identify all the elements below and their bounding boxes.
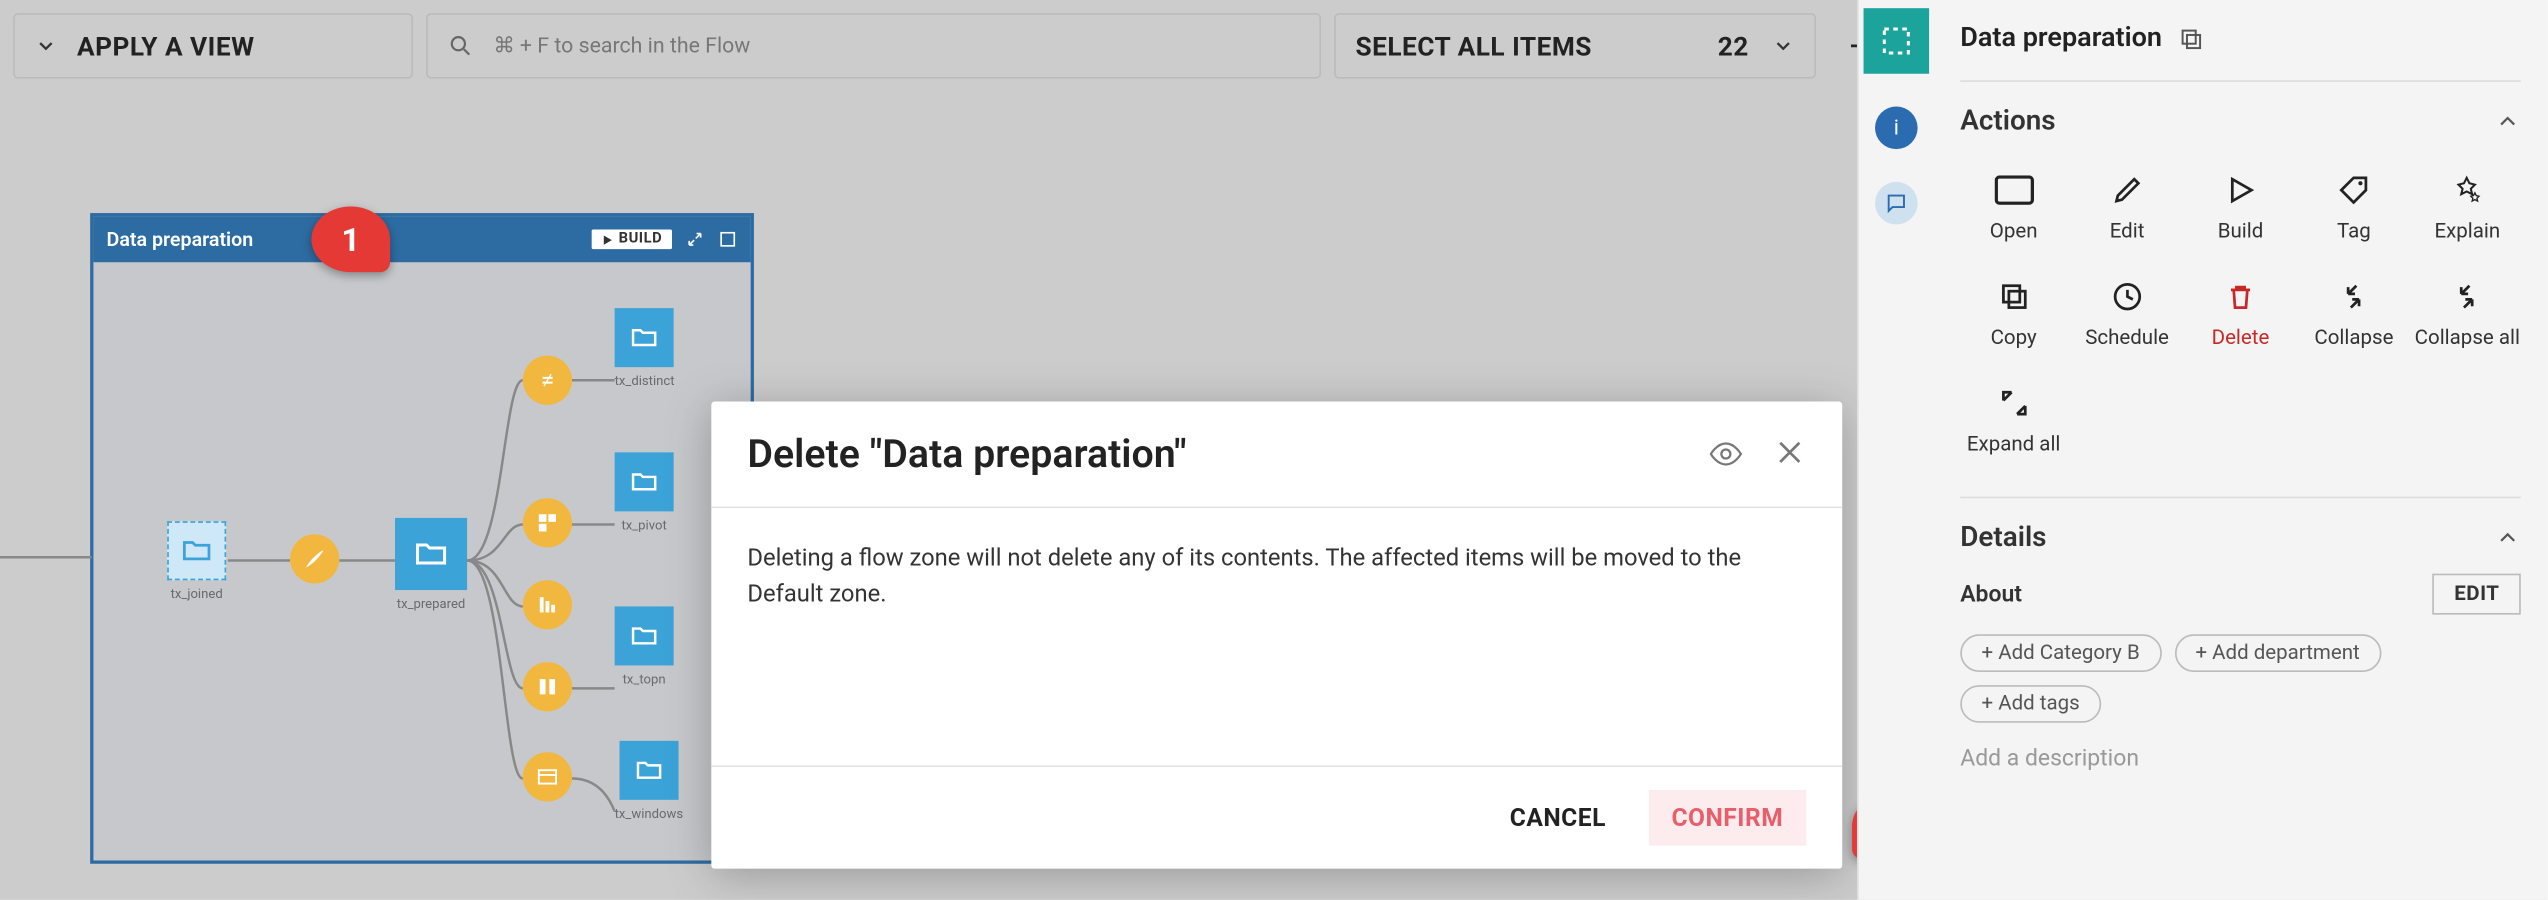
dataset-tx-windows[interactable]: tx_windows — [615, 741, 684, 821]
play-icon — [602, 234, 613, 245]
confirm-button[interactable]: CONFIRM — [1649, 790, 1807, 846]
flow-search-input[interactable]: ⌘ + F to search in the Flow — [426, 13, 1321, 79]
flow-zone-data-preparation[interactable]: Data preparation BUILD — [90, 213, 754, 864]
action-delete[interactable]: Delete — [2187, 264, 2294, 361]
dataset-tx-topn[interactable]: tx_topn — [615, 606, 674, 686]
dataset-tx-distinct[interactable]: tx_distinct — [615, 308, 675, 388]
dataset-tx-prepared[interactable]: tx_prepared — [395, 518, 467, 611]
action-collapse-all[interactable]: Collapse all — [2414, 264, 2521, 361]
dataset-tx-joined[interactable]: tx_joined — [167, 521, 226, 601]
action-tag[interactable]: Tag — [2300, 157, 2407, 254]
right-panel-tab-strip: i — [1859, 0, 1934, 900]
chevron-up-icon[interactable] — [2495, 108, 2521, 134]
dataset-tx-pivot[interactable]: tx_pivot — [615, 452, 674, 532]
chat-tab-icon[interactable] — [1875, 182, 1918, 225]
action-explain[interactable]: Explain — [2414, 157, 2521, 254]
action-edit[interactable]: Edit — [2074, 157, 2181, 254]
action-open[interactable]: Open — [1960, 157, 2067, 254]
folder-icon — [167, 521, 226, 580]
folder-icon — [615, 606, 674, 665]
recipe-topn[interactable] — [523, 662, 572, 711]
folder-icon — [615, 308, 674, 367]
brush-icon — [290, 534, 339, 583]
incoming-edge — [0, 554, 92, 561]
tag-add-department[interactable]: + Add department — [2174, 634, 2381, 672]
chevron-down-icon — [34, 34, 57, 57]
details-heading: Details — [1960, 521, 2046, 554]
search-placeholder: ⌘ + F to search in the Flow — [493, 34, 750, 59]
apply-view-label: APPLY A VIEW — [77, 30, 254, 61]
description-placeholder[interactable]: Add a description — [1960, 746, 2521, 772]
details-section: Details About EDIT + Add Category B + Ad… — [1960, 497, 2521, 802]
tag-row: + Add Category B + Add department + Add … — [1960, 634, 2521, 723]
info-tab-icon[interactable]: i — [1875, 107, 1918, 150]
action-schedule[interactable]: Schedule — [2074, 264, 2181, 361]
recipe-sort[interactable] — [523, 580, 572, 629]
recipe-prepare[interactable] — [290, 534, 339, 583]
search-icon — [447, 33, 473, 59]
zone-title: Data preparation — [107, 228, 254, 251]
folder-icon — [395, 518, 467, 590]
about-label: About — [1960, 581, 2022, 607]
sort-icon — [523, 580, 572, 629]
close-icon[interactable] — [1773, 436, 1806, 469]
select-all-label: SELECT ALL ITEMS — [1355, 30, 1592, 61]
folder-icon — [619, 741, 678, 800]
select-all-dropdown[interactable]: SELECT ALL ITEMS 22 — [1334, 13, 1816, 79]
recipe-window[interactable] — [523, 752, 572, 801]
right-panel: i Data preparation Actions Open Edit Bui… — [1857, 0, 2547, 900]
pivot-icon — [523, 498, 572, 547]
action-build[interactable]: Build — [2187, 157, 2294, 254]
edit-about-button[interactable]: EDIT — [2433, 574, 2521, 615]
modal-title: Delete "Data preparation" — [747, 431, 1186, 477]
action-copy[interactable]: Copy — [1960, 264, 2067, 361]
annotation-1: 1 — [311, 207, 390, 273]
collapse-icon[interactable] — [685, 229, 705, 249]
tag-add-tags[interactable]: + Add tags — [1960, 685, 2101, 723]
action-expand-all[interactable]: Expand all — [1960, 370, 2067, 467]
modal-body: Deleting a flow zone will not delete any… — [711, 508, 1842, 765]
action-collapse[interactable]: Collapse — [2300, 264, 2407, 361]
expand-icon[interactable] — [718, 229, 738, 249]
recipe-distinct[interactable]: ≠ — [523, 356, 572, 405]
tag-add-category-b[interactable]: + Add Category B — [1960, 634, 2161, 672]
actions-section: Actions Open Edit Build Tag Explain Copy… — [1960, 80, 2521, 496]
delete-zone-modal: Delete "Data preparation" Deleting a flo… — [711, 402, 1842, 869]
zone-header[interactable]: Data preparation BUILD — [93, 216, 750, 262]
zone-selector-icon[interactable] — [1864, 8, 1930, 74]
folder-icon — [615, 452, 674, 511]
cancel-button[interactable]: CANCEL — [1510, 803, 1606, 833]
recipe-pivot[interactable] — [523, 498, 572, 547]
select-all-count: 22 — [1718, 30, 1749, 61]
zone-build-button[interactable]: BUILD — [592, 229, 672, 249]
actions-heading: Actions — [1960, 105, 2055, 138]
chevron-up-icon[interactable] — [2495, 524, 2521, 550]
window-icon — [523, 752, 572, 801]
chevron-down-icon — [1772, 34, 1795, 57]
topn-icon — [523, 662, 572, 711]
panel-title: Data preparation — [1960, 23, 2162, 54]
distinct-icon: ≠ — [523, 356, 572, 405]
eye-icon[interactable] — [1708, 436, 1744, 472]
apply-view-dropdown[interactable]: APPLY A VIEW — [13, 13, 413, 79]
copy-icon[interactable] — [2178, 25, 2204, 51]
